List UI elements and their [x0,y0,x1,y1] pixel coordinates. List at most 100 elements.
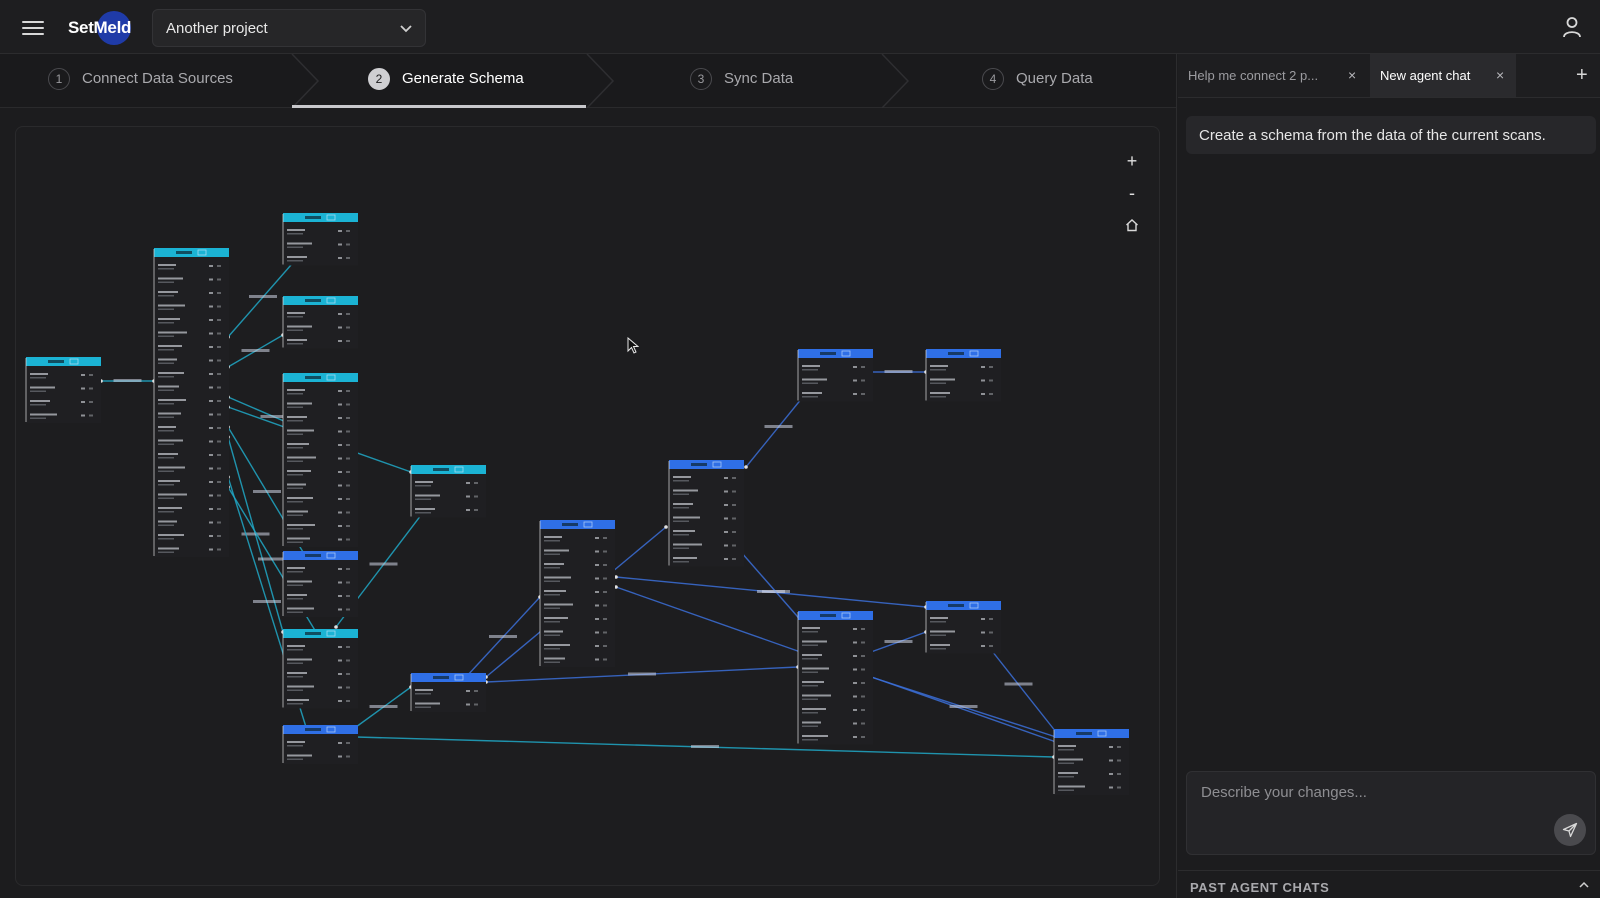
chevron-down-icon [400,25,412,33]
column-null-glyph [346,484,350,487]
column-null-glyph [603,537,607,539]
new-chat-tab-button[interactable]: + [1576,63,1588,87]
column-name-glyph [287,594,307,596]
column-null-glyph [217,332,221,335]
column-key-glyph [209,481,213,483]
schema-table-card[interactable] [1053,729,1129,795]
schema-table-card[interactable] [153,248,229,557]
column-null-glyph [861,379,865,382]
chat-tab-new-agent-chat[interactable]: New agent chat × [1370,54,1516,97]
send-button[interactable] [1554,814,1586,846]
column-key-glyph [853,641,857,644]
column-type-glyph [415,512,431,514]
column-name-glyph [158,264,176,266]
column-key-glyph [209,521,213,524]
schema-table-card[interactable] [925,601,1001,654]
column-key-glyph [209,319,213,321]
column-name-glyph [287,537,310,540]
schema-table-card[interactable] [539,520,615,667]
column-key-glyph [209,305,213,308]
hamburger-menu-icon[interactable] [22,17,44,37]
column-name-glyph [158,466,185,469]
column-key-glyph [209,467,213,470]
column-name-glyph [544,590,566,592]
column-key-glyph [338,525,342,527]
column-key-glyph [724,477,728,479]
chat-tab-label: Help me connect 2 p... [1188,68,1319,83]
column-null-glyph [989,618,993,620]
column-name-glyph [158,318,180,320]
column-null-glyph [217,454,221,456]
column-null-glyph [861,695,865,698]
table-card-edge [410,466,412,517]
zoom-out-button[interactable]: - [1120,181,1144,205]
relationship-endpoint [334,625,338,629]
column-name-glyph [287,524,315,526]
column-key-glyph [466,509,470,511]
column-name-glyph [158,507,182,509]
schema-table-card[interactable] [797,611,873,745]
column-name-glyph [930,617,948,619]
column-type-glyph [673,534,689,536]
relationship-endpoint [664,525,668,529]
past-agent-chats-toggle[interactable]: PAST AGENT CHATS [1178,870,1600,898]
user-icon[interactable] [1562,16,1582,38]
column-null-glyph [217,467,221,470]
schema-table-card[interactable] [282,213,358,266]
column-type-glyph [287,501,303,503]
chat-tab-help-connect[interactable]: Help me connect 2 p... × [1178,54,1366,97]
schema-table-card[interactable] [25,357,101,423]
column-key-glyph [853,379,857,382]
schema-table-card[interactable] [282,296,358,349]
zoom-in-button[interactable]: + [1120,149,1144,173]
schema-table-card[interactable] [282,725,358,764]
column-name-glyph [158,520,177,523]
column-key-glyph [595,577,599,580]
column-key-glyph [338,484,342,487]
close-icon[interactable]: × [1496,67,1504,83]
close-icon[interactable]: × [1348,67,1356,83]
column-key-glyph [595,564,599,566]
schema-table-card[interactable] [282,551,358,617]
column-null-glyph [474,690,478,692]
column-name-glyph [930,644,950,646]
column-name-glyph [802,694,831,697]
schema-table-card[interactable] [282,629,358,709]
table-card-edge [1053,730,1055,794]
column-name-glyph [158,372,184,374]
column-name-glyph [287,443,309,445]
column-key-glyph [595,604,599,607]
logo: SetMeld [68,11,131,45]
column-key-glyph [466,690,470,692]
column-key-glyph [338,673,342,675]
schema-table-card[interactable] [410,465,486,518]
column-name-glyph [287,645,305,647]
schema-diagram[interactable] [16,127,1160,886]
schema-table-card[interactable] [925,349,1001,402]
column-key-glyph [81,387,85,390]
column-type-glyph [287,528,303,530]
schema-table-card[interactable] [282,373,358,547]
column-name-glyph [802,708,826,710]
column-type-glyph [544,634,560,636]
column-name-glyph [544,536,562,538]
column-key-glyph [1109,773,1113,775]
schema-table-card[interactable] [797,349,873,402]
project-select[interactable]: Another project [152,9,426,47]
table-name-glyph [433,676,449,679]
column-key-glyph [1109,746,1113,748]
column-key-glyph [81,401,85,403]
describe-changes-input[interactable] [1199,782,1563,826]
column-type-glyph [287,571,303,573]
reset-view-button[interactable] [1120,213,1144,237]
column-null-glyph [732,544,736,547]
table-name-glyph [820,352,836,355]
column-type-glyph [287,689,303,691]
column-name-glyph [287,242,312,245]
column-null-glyph [346,471,350,473]
schema-table-card[interactable] [668,460,744,567]
schema-table-card[interactable] [410,673,486,712]
column-name-glyph [30,413,57,416]
column-key-glyph [595,631,599,634]
schema-canvas[interactable]: + - [15,126,1160,886]
